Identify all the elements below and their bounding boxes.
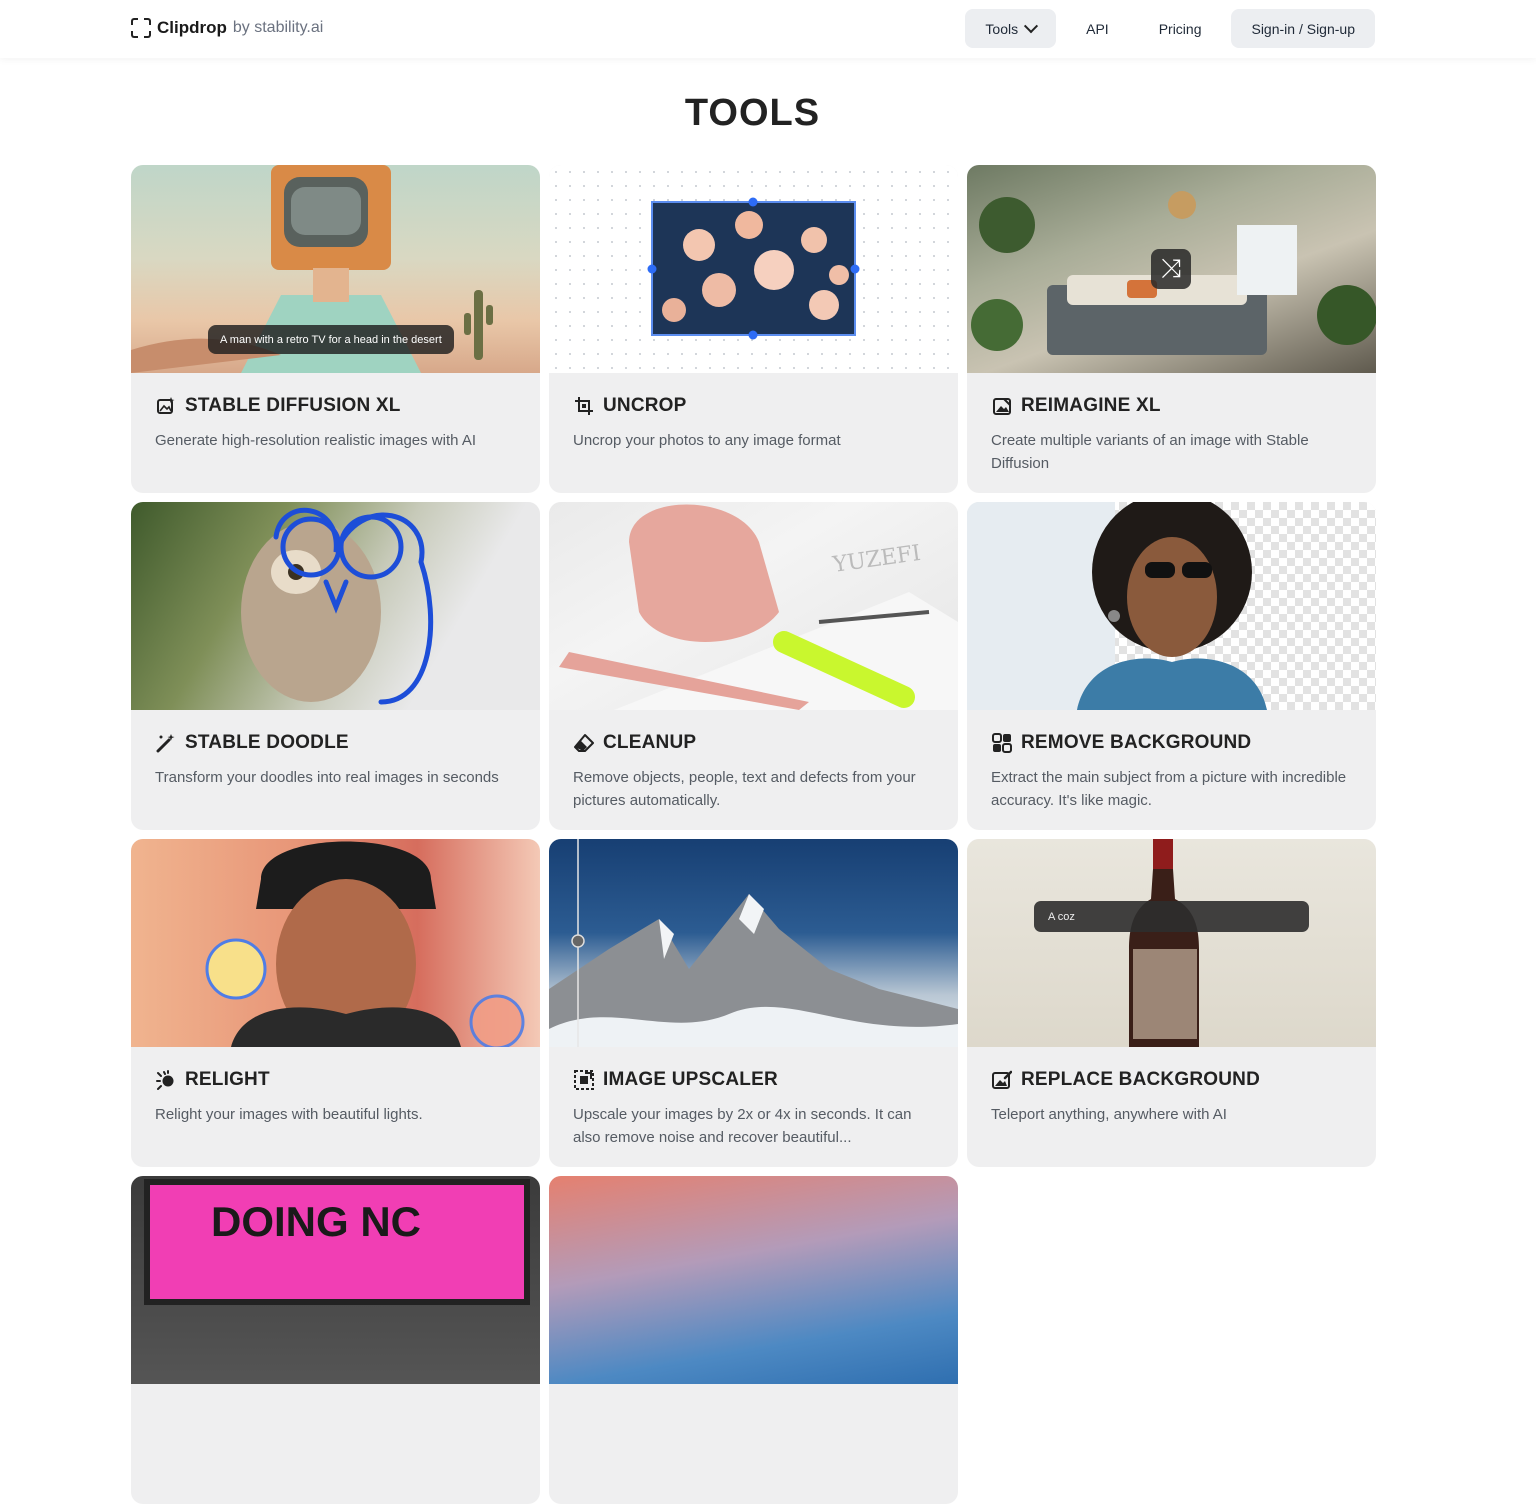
uncrop-thumbnail xyxy=(549,165,958,373)
tool-card-uncrop[interactable]: UNCROP Uncrop your photos to any image f… xyxy=(549,165,958,493)
prompt-input-preview: A coz xyxy=(1034,901,1309,932)
reimagine-thumbnail: ⤨ xyxy=(967,165,1376,373)
stable-doodle-thumbnail xyxy=(131,502,540,710)
tool-description: Create multiple variants of an image wit… xyxy=(991,432,1309,472)
tools-grid: A man with a retro TV for a head in the … xyxy=(131,165,1376,1504)
sign-in-button[interactable]: Sign-in / Sign-up xyxy=(1231,9,1375,48)
tool-title: STABLE DOODLE xyxy=(185,732,349,753)
tool-card-image-upscaler[interactable]: IMAGE UPSCALER Upscale your images by 2x… xyxy=(549,839,958,1167)
tool-title: REPLACE BACKGROUND xyxy=(1021,1069,1260,1090)
shuffle-icon: ⤨ xyxy=(1151,249,1191,289)
tool-card-reimagine-xl[interactable]: ⤨ REIMAGINE XL Create multiple variants … xyxy=(967,165,1376,493)
tool-title: REMOVE BACKGROUND xyxy=(1021,732,1252,753)
relight-thumbnail xyxy=(131,839,540,1047)
image-variants-icon xyxy=(991,395,1013,417)
curly-hair-man-illustration xyxy=(967,502,1267,710)
tool-title: RELIGHT xyxy=(185,1069,270,1090)
cleanup-thumbnail: YUZEFI xyxy=(549,502,958,710)
tools-menu-button[interactable]: Tools xyxy=(965,9,1057,48)
billboard-thumbnail: DOING NC xyxy=(131,1176,540,1384)
tool-title: STABLE DIFFUSION XL xyxy=(185,395,401,416)
portrait-relight-illustration xyxy=(205,841,525,1047)
logo-name: Clipdrop xyxy=(157,18,227,37)
tool-card-relight[interactable]: RELIGHT Relight your images with beautif… xyxy=(131,839,540,1167)
mountain-illustration xyxy=(549,839,958,1047)
tool-card-stable-doodle[interactable]: STABLE DOODLE Transform your doodles int… xyxy=(131,502,540,830)
flowers-crop-illustration xyxy=(647,197,860,340)
magic-wand-icon xyxy=(155,732,177,754)
tool-description: Upscale your images by 2x or 4x in secon… xyxy=(573,1106,912,1146)
tool-description: Generate high-resolution realistic image… xyxy=(155,432,476,449)
clipdrop-logo-icon xyxy=(131,18,151,38)
tool-card-cleanup[interactable]: YUZEFI CLEANUP Remove objects, people, t… xyxy=(549,502,958,830)
svg-text:YUZEFI: YUZEFI xyxy=(830,541,922,578)
clipdrop-logo[interactable]: Clipdrop by stability.ai xyxy=(131,18,323,38)
tool-description: Relight your images with beautiful light… xyxy=(155,1106,423,1123)
prompt-caption: A man with a retro TV for a head in the … xyxy=(208,325,454,354)
crop-icon xyxy=(573,395,595,417)
tool-title: REIMAGINE XL xyxy=(1021,395,1161,416)
billboard-text: DOING NC xyxy=(211,1198,421,1245)
logo-by-stability: by stability.ai xyxy=(232,19,324,36)
tool-title: IMAGE UPSCALER xyxy=(603,1069,778,1090)
upscale-icon xyxy=(573,1069,595,1091)
owl-doodle-illustration xyxy=(241,507,434,705)
tool-card-partial-billboard[interactable]: DOING NC xyxy=(131,1176,540,1504)
tool-title: UNCROP xyxy=(603,395,687,416)
wine-bottle-illustration xyxy=(1129,839,1199,1047)
replace-background-thumbnail: A coz xyxy=(967,839,1376,1047)
tool-card-remove-background[interactable]: REMOVE BACKGROUND Extract the main subje… xyxy=(967,502,1376,830)
tool-description: Extract the main subject from a picture … xyxy=(991,769,1347,809)
sky-thumbnail xyxy=(549,1176,958,1384)
tool-card-stable-diffusion-xl[interactable]: A man with a retro TV for a head in the … xyxy=(131,165,540,493)
light-bulb-icon xyxy=(155,1069,177,1091)
tool-description: Teleport anything, anywhere with AI xyxy=(991,1106,1227,1123)
api-link[interactable]: API xyxy=(1066,9,1129,48)
eraser-icon xyxy=(573,732,595,754)
replace-background-icon xyxy=(991,1069,1013,1091)
handbag-cleanup-illustration: YUZEFI xyxy=(559,504,958,710)
pricing-link[interactable]: Pricing xyxy=(1139,9,1222,48)
tool-description: Transform your doodles into real images … xyxy=(155,769,499,786)
image-upscaler-thumbnail xyxy=(549,839,958,1047)
tool-description: Remove objects, people, text and defects… xyxy=(573,769,916,809)
tools-menu-label: Tools xyxy=(985,20,1019,37)
remove-background-thumbnail xyxy=(967,502,1376,710)
tool-title: CLEANUP xyxy=(603,732,697,753)
top-navbar: Clipdrop by stability.ai Tools API Prici… xyxy=(0,0,1536,58)
image-sparkle-icon xyxy=(155,395,177,417)
main-nav: Tools API Pricing Sign-in / Sign-up xyxy=(965,9,1375,48)
chevron-down-icon xyxy=(1024,18,1039,33)
tool-card-partial-sky[interactable] xyxy=(549,1176,958,1504)
tool-card-replace-background[interactable]: A coz REPLACE BACKGROUND Teleport anythi… xyxy=(967,839,1376,1167)
billboard-illustration: DOING NC xyxy=(144,1179,530,1305)
remove-background-icon xyxy=(991,732,1013,754)
tool-description: Uncrop your photos to any image format xyxy=(573,432,841,449)
stable-diffusion-thumbnail: A man with a retro TV for a head in the … xyxy=(131,165,540,373)
page-title: TOOLS xyxy=(684,92,821,134)
